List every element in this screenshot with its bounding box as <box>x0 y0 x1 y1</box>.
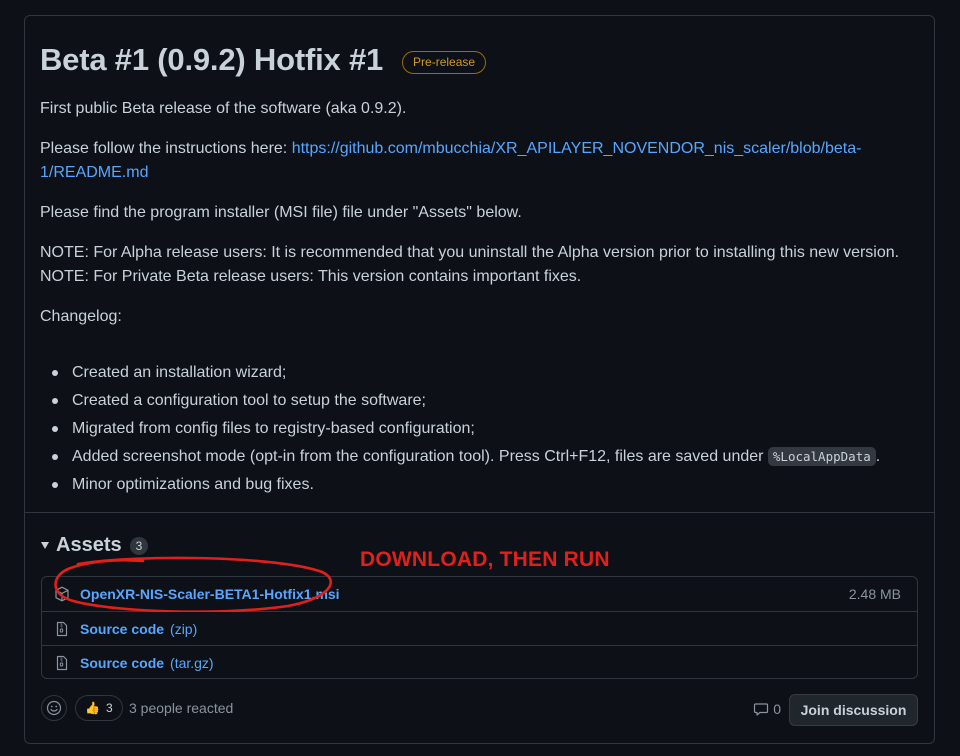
asset-msi-link[interactable]: OpenXR-NIS-Scaler-BETA1-Hotfix1.msi <box>80 586 340 602</box>
body-paragraph-2-cont: 1/README.md <box>40 161 148 185</box>
section-divider <box>25 512 934 513</box>
changelog-item: Added screenshot mode (opt-in from the c… <box>51 443 881 471</box>
asset-zip-suffix[interactable]: (zip) <box>170 621 197 637</box>
readme-link[interactable]: https://github.com/mbucchia/XR_APILAYER_… <box>292 140 862 157</box>
body-paragraph-2: Please follow the instructions here: htt… <box>40 137 861 161</box>
asset-row-msi: OpenXR-NIS-Scaler-BETA1-Hotfix1.msi 2.48… <box>42 577 917 611</box>
changelog-item-text: Added screenshot mode (opt-in from the c… <box>72 448 768 465</box>
pre-release-badge: Pre-release <box>402 50 487 74</box>
add-reaction-button[interactable] <box>41 695 67 721</box>
note-alpha: NOTE: For Alpha release users: It is rec… <box>40 244 900 261</box>
assets-list: OpenXR-NIS-Scaler-BETA1-Hotfix1.msi 2.48… <box>41 576 918 679</box>
body-paragraph-3: Please find the program installer (MSI f… <box>40 204 522 221</box>
join-discussion-button[interactable]: Join discussion <box>789 694 918 726</box>
comment-count: 0 <box>773 701 781 717</box>
reacted-summary: 3 people reacted <box>129 700 234 716</box>
changelog-item: Created a configuration tool to setup th… <box>51 387 880 415</box>
comments-link[interactable]: 0 <box>753 701 781 717</box>
body-paragraph-1: First public Beta release of the softwar… <box>40 100 407 117</box>
comment-icon <box>754 703 769 716</box>
note-private-beta: NOTE: For Private Beta release users: Th… <box>40 268 582 285</box>
assets-count: 3 <box>129 536 149 555</box>
asset-targz-link[interactable]: Source code <box>80 655 164 671</box>
changelog-item: Created an installation wizard; <box>51 359 880 387</box>
assets-title: Assets <box>56 534 122 556</box>
instructions-prefix: Please follow the instructions here: <box>40 140 292 157</box>
asset-targz-suffix[interactable]: (tar.gz) <box>170 655 214 671</box>
changelog-item-period: . <box>875 448 881 465</box>
asset-row-targz: Source code (tar.gz) <box>42 645 917 679</box>
smiley-icon <box>46 700 62 716</box>
readme-link-cont[interactable]: 1/README.md <box>40 164 148 181</box>
release-title[interactable]: Beta #1 (0.9.2) Hotfix #1 <box>40 42 383 78</box>
download-annotation: DOWNLOAD, THEN RUN <box>360 548 610 571</box>
file-zip-icon <box>56 621 68 636</box>
release-card: Beta #1 (0.9.2) Hotfix #1 Pre-release Fi… <box>24 15 935 744</box>
release-header: Beta #1 (0.9.2) Hotfix #1 Pre-release <box>40 42 487 78</box>
assets-toggle[interactable]: Assets 3 <box>41 534 149 557</box>
reaction-count: 3 <box>105 701 113 715</box>
thumbs-up-icon: 👍 <box>85 701 100 715</box>
caret-down-icon <box>41 542 49 549</box>
asset-msi-size: 2.48 MB <box>848 586 901 602</box>
localappdata-code: %LocalAppData <box>767 447 876 466</box>
asset-row-zip: Source code (zip) <box>42 611 917 645</box>
changelog-item: Minor optimizations and bug fixes. <box>51 471 880 499</box>
asset-zip-link[interactable]: Source code <box>80 621 164 637</box>
thumbs-up-reaction[interactable]: 👍 3 <box>75 695 123 721</box>
changelog-list: Created an installation wizard; Created … <box>51 359 881 499</box>
discussion-footer: 👍 3 3 people reacted 0 Join discussion <box>41 694 918 726</box>
changelog-item: Migrated from config files to registry-b… <box>51 415 880 443</box>
package-icon <box>55 586 69 602</box>
changelog-label: Changelog: <box>40 308 122 325</box>
file-zip-icon <box>56 655 68 670</box>
